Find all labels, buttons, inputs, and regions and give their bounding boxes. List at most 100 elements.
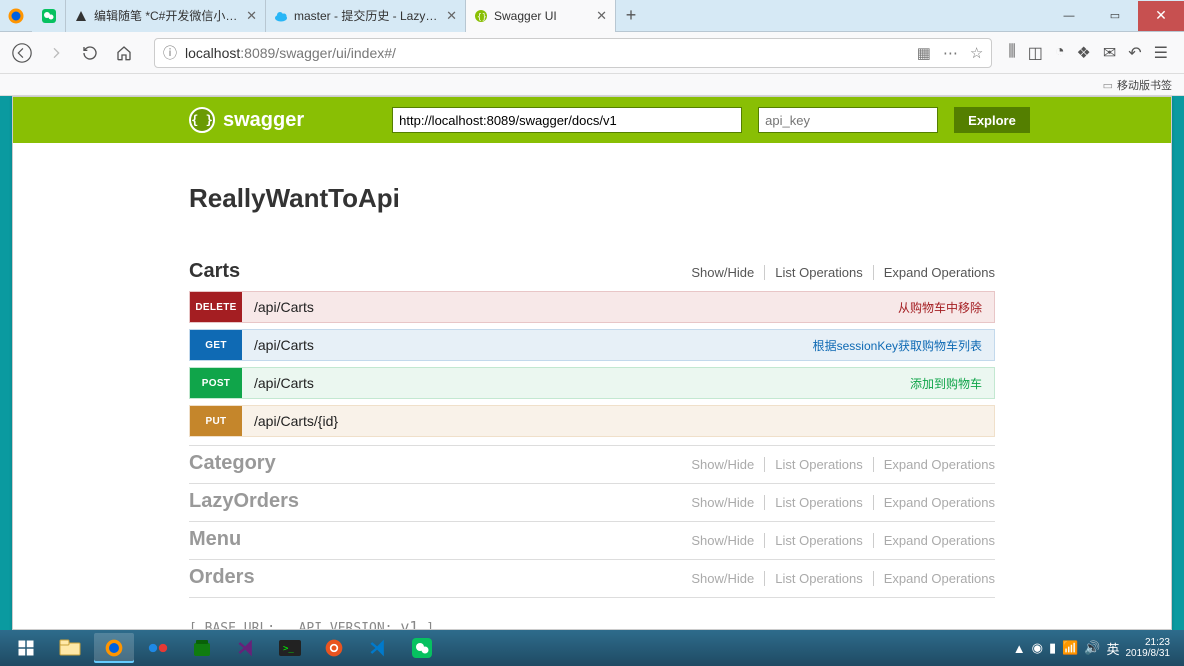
svg-text:>_: >_ [283, 644, 294, 654]
resource-showhide-button[interactable]: Show/Hide [681, 265, 765, 280]
operation-path: /api/Carts [242, 299, 314, 315]
operation-path: /api/Carts/{id} [242, 413, 338, 429]
api-title: ReallyWantToApi [189, 183, 995, 214]
swagger-logo-icon: { } [189, 107, 215, 133]
taskbar-app-vs[interactable] [226, 633, 266, 663]
resource-name[interactable]: Category [189, 452, 276, 475]
window-close-button[interactable]: ✕ [1138, 1, 1184, 31]
bookmark-icon[interactable]: ☆ [970, 44, 983, 62]
messages-icon[interactable]: ✉ [1103, 43, 1116, 63]
qr-icon[interactable]: ▦ [917, 44, 931, 62]
browser-tab[interactable] [32, 0, 66, 32]
api-footer: [ BASE URL: , API VERSION: v1 ] [189, 618, 995, 630]
resource-list-button[interactable]: List Operations [765, 495, 873, 510]
operation-row[interactable]: DELETE/api/Carts 从购物车中移除 [189, 291, 995, 323]
resource-showhide-button[interactable]: Show/Hide [681, 495, 765, 510]
resource-section: Category Show/HideList OperationsExpand O… [189, 446, 995, 484]
resource-showhide-button[interactable]: Show/Hide [681, 533, 765, 548]
home-button[interactable] [110, 39, 138, 67]
tab-close-button[interactable]: ✕ [246, 8, 257, 24]
tab-favicon [274, 9, 288, 23]
resource-section: LazyOrders Show/HideList OperationsExpand… [189, 484, 995, 522]
url-text: localhost:8089/swagger/ui/index#/ [185, 45, 396, 61]
resource-expand-button[interactable]: Expand Operations [874, 571, 995, 586]
resource-list-button[interactable]: List Operations [765, 457, 873, 472]
app-menu-button[interactable]: ☰ [1154, 43, 1168, 63]
resource-expand-button[interactable]: Expand Operations [874, 457, 995, 472]
taskbar-app-wechat[interactable] [402, 633, 442, 663]
resource-showhide-button[interactable]: Show/Hide [681, 571, 765, 586]
resource-list-button[interactable]: List Operations [765, 265, 873, 280]
tab-favicon: {} [474, 9, 488, 23]
reload-button[interactable] [76, 39, 104, 67]
tab-favicon [74, 9, 88, 23]
tab-close-button[interactable]: ✕ [596, 8, 607, 24]
browser-tab[interactable]: master - 提交历史 - LazyOrde ✕ [266, 0, 466, 32]
api-url-input[interactable] [392, 107, 742, 133]
back-button[interactable] [8, 39, 36, 67]
tray-clock[interactable]: 21:23 2019/8/31 [1126, 637, 1171, 659]
tray-wechat-icon[interactable]: ◉ [1032, 640, 1043, 656]
resource-section: Orders Show/HideList OperationsExpand Ope… [189, 560, 995, 598]
resource-list-button[interactable]: List Operations [765, 571, 873, 586]
resource-showhide-button[interactable]: Show/Hide [681, 457, 765, 472]
account-icon[interactable]: ◔ [1055, 43, 1065, 63]
window-titlebar: 编辑随笔 *C#开发微信小程序✕master - 提交历史 - LazyOrde… [0, 0, 1184, 32]
extensions-icon[interactable]: ❖ [1077, 43, 1091, 63]
operation-method-badge: PUT [190, 406, 242, 436]
browser-navbar: ⓘ localhost:8089/swagger/ui/index#/ ▦ ⋯ … [0, 32, 1184, 74]
tab-title: Swagger UI [494, 9, 590, 23]
browser-tab[interactable]: 编辑随笔 *C#开发微信小程序✕ [66, 0, 266, 32]
operation-desc: 添加到购物车 [910, 375, 994, 392]
resource-expand-button[interactable]: Expand Operations [874, 265, 995, 280]
window-minimize-button[interactable]: — [1046, 1, 1092, 31]
url-bar[interactable]: ⓘ localhost:8089/swagger/ui/index#/ ▦ ⋯ … [154, 38, 992, 68]
taskbar-app-vscode[interactable] [358, 633, 398, 663]
operation-method-badge: DELETE [190, 292, 242, 322]
operation-method-badge: POST [190, 368, 242, 398]
explore-button[interactable]: Explore [954, 107, 1030, 133]
tray-signal-icon[interactable]: 📶 [1062, 640, 1078, 656]
resource-name[interactable]: Orders [189, 566, 255, 589]
tray-network-icon[interactable]: ▮ [1049, 640, 1056, 656]
resource-section: Menu Show/HideList OperationsExpand Opera… [189, 522, 995, 560]
operation-row[interactable]: PUT/api/Carts/{id} [189, 405, 995, 437]
operation-path: /api/Carts [242, 375, 314, 391]
site-info-icon[interactable]: ⓘ [163, 43, 177, 63]
taskbar-app-terminal[interactable]: >_ [270, 633, 310, 663]
tray-ime-indicator[interactable]: 英 [1106, 639, 1119, 658]
forward-button [42, 39, 70, 67]
resource-expand-button[interactable]: Expand Operations [874, 495, 995, 510]
tab-title: master - 提交历史 - LazyOrde [294, 7, 440, 24]
window-maximize-button[interactable]: ▭ [1092, 1, 1138, 31]
mobile-bookmarks-button[interactable]: ▭移动版书签 [1103, 77, 1172, 93]
operation-row[interactable]: POST/api/Carts 添加到购物车 [189, 367, 995, 399]
operation-desc: 从购物车中移除 [898, 299, 994, 316]
page-menu-icon[interactable]: ⋯ [943, 44, 958, 62]
taskbar-app-ubuntu[interactable] [314, 633, 354, 663]
resource-name[interactable]: Carts [189, 260, 240, 283]
api-key-input[interactable] [758, 107, 938, 133]
resource-list-button[interactable]: List Operations [765, 533, 873, 548]
taskbar-app-firefox[interactable] [94, 633, 134, 663]
resource-name[interactable]: Menu [189, 528, 241, 551]
taskbar-app-store[interactable] [182, 633, 222, 663]
tab-close-button[interactable]: ✕ [446, 8, 457, 24]
tray-volume-icon[interactable]: 🔊 [1084, 640, 1100, 656]
taskbar-app-explorer[interactable] [50, 633, 90, 663]
start-button[interactable] [6, 633, 46, 663]
resource-section: Carts Show/HideList OperationsExpand Oper… [189, 254, 995, 446]
library-icon[interactable]: ⫼ [1008, 43, 1015, 63]
taskbar-app-baidu[interactable] [138, 633, 178, 663]
new-tab-button[interactable]: + [616, 5, 646, 26]
sidebar-icon[interactable]: ◫ [1028, 43, 1043, 63]
operation-row[interactable]: GET/api/Carts根据sessionKey获取购物车列表 [189, 329, 995, 361]
svg-text:{}: {} [477, 12, 487, 21]
undo-icon[interactable]: ↶ [1128, 43, 1141, 63]
swagger-brand-text: swagger [223, 109, 304, 132]
browser-tab[interactable]: {} Swagger UI ✕ [466, 0, 616, 32]
tray-up-icon[interactable]: ▲ [1013, 641, 1026, 656]
swagger-logo[interactable]: { } swagger [189, 107, 304, 133]
resource-name[interactable]: LazyOrders [189, 490, 299, 513]
resource-expand-button[interactable]: Expand Operations [874, 533, 995, 548]
